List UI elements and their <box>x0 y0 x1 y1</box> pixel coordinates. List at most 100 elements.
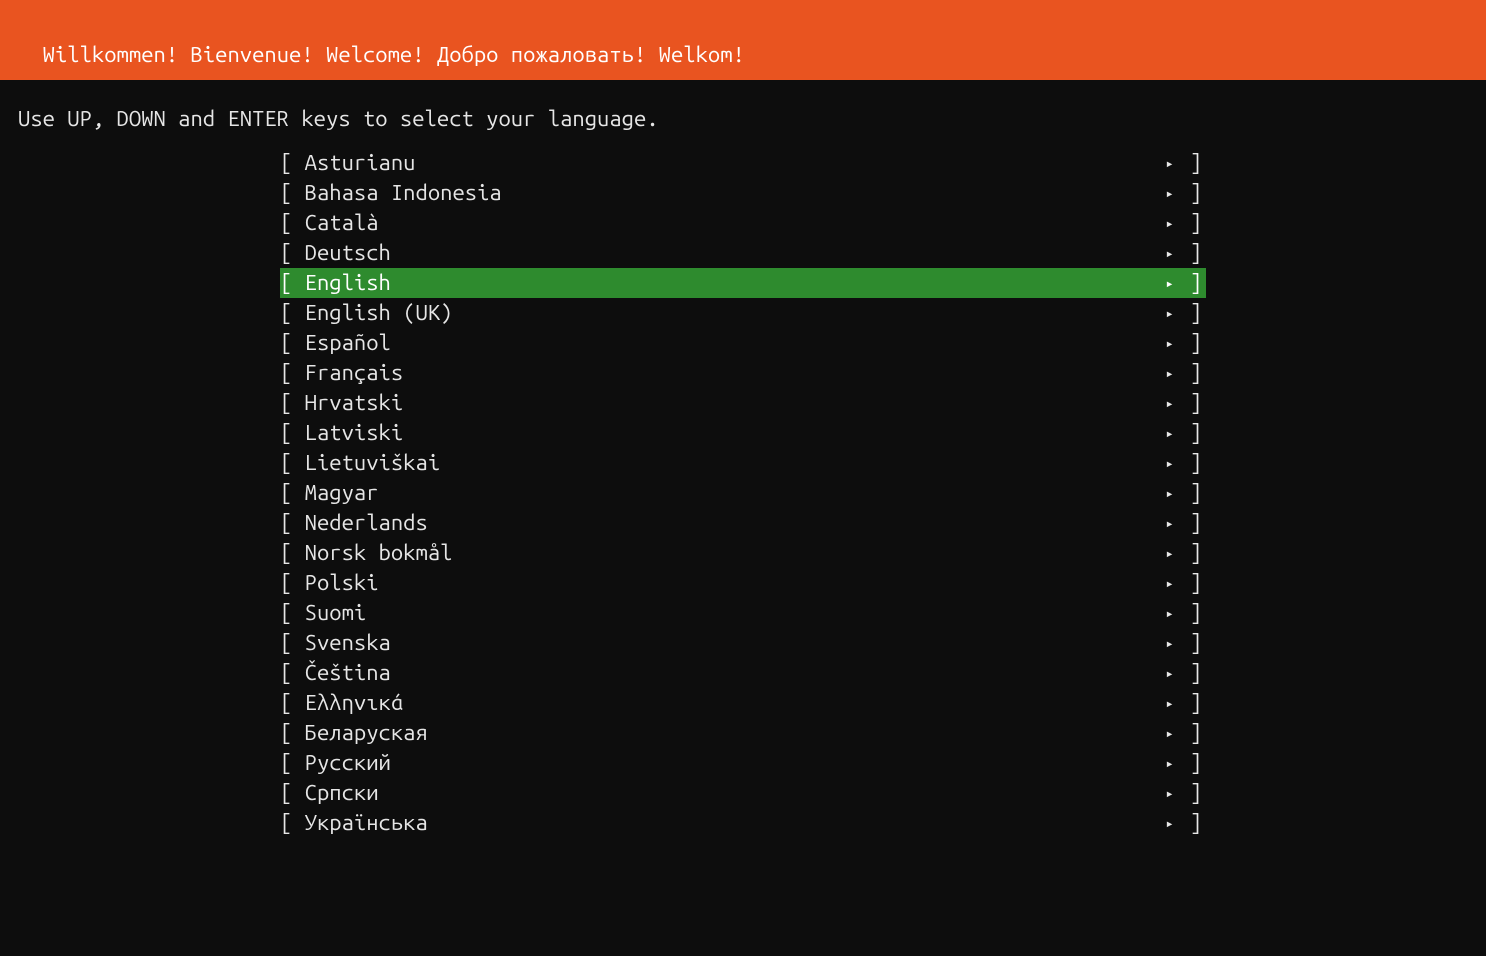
bracket-open: [ <box>280 448 305 478</box>
chevron-right-icon: ▸ <box>1162 208 1178 238</box>
language-item-label: Español <box>305 328 1162 358</box>
chevron-right-icon: ▸ <box>1162 658 1178 688</box>
language-item[interactable]: [ Ελληνικά▸ ] <box>280 688 1206 718</box>
bracket-close: ] <box>1177 748 1206 778</box>
chevron-right-icon: ▸ <box>1162 238 1178 268</box>
bracket-close: ] <box>1177 688 1206 718</box>
bracket-close: ] <box>1177 448 1206 478</box>
bracket-close: ] <box>1177 598 1206 628</box>
language-item-label: Polski <box>305 568 1162 598</box>
bracket-close: ] <box>1177 418 1206 448</box>
language-item[interactable]: [ Latviski▸ ] <box>280 418 1206 448</box>
bracket-close: ] <box>1177 298 1206 328</box>
language-item-label: Српски <box>305 778 1162 808</box>
language-item-label: Latviski <box>305 418 1162 448</box>
bracket-close: ] <box>1177 718 1206 748</box>
bracket-open: [ <box>280 388 305 418</box>
language-item-label: English (UK) <box>305 298 1162 328</box>
language-item-label: Nederlands <box>305 508 1162 538</box>
language-item-label: Lietuviškai <box>305 448 1162 478</box>
bracket-close: ] <box>1177 778 1206 808</box>
chevron-right-icon: ▸ <box>1162 508 1178 538</box>
bracket-open: [ <box>280 808 305 838</box>
language-item-label: Magyar <box>305 478 1162 508</box>
language-item[interactable]: [ Asturianu▸ ] <box>280 148 1206 178</box>
language-menu[interactable]: [ Asturianu▸ ][ Bahasa Indonesia▸ ][ Cat… <box>0 148 1486 838</box>
chevron-right-icon: ▸ <box>1162 448 1178 478</box>
bracket-open: [ <box>280 358 305 388</box>
language-item[interactable]: [ Català▸ ] <box>280 208 1206 238</box>
header-bar: Willkommen! Bienvenue! Welcome! Добро по… <box>0 0 1486 80</box>
bracket-close: ] <box>1177 658 1206 688</box>
chevron-right-icon: ▸ <box>1162 418 1178 448</box>
bracket-open: [ <box>280 628 305 658</box>
bracket-close: ] <box>1177 328 1206 358</box>
bracket-open: [ <box>280 598 305 628</box>
language-item[interactable]: [ Bahasa Indonesia▸ ] <box>280 178 1206 208</box>
bracket-open: [ <box>280 418 305 448</box>
bracket-open: [ <box>280 178 305 208</box>
language-item-label: Asturianu <box>305 148 1162 178</box>
chevron-right-icon: ▸ <box>1162 808 1178 838</box>
language-item[interactable]: [ English (UK)▸ ] <box>280 298 1206 328</box>
language-item[interactable]: [ Беларуская▸ ] <box>280 718 1206 748</box>
bracket-open: [ <box>280 328 305 358</box>
bracket-close: ] <box>1177 238 1206 268</box>
bracket-open: [ <box>280 748 305 778</box>
bracket-open: [ <box>280 268 305 298</box>
chevron-right-icon: ▸ <box>1162 148 1178 178</box>
chevron-right-icon: ▸ <box>1162 358 1178 388</box>
language-item[interactable]: [ Nederlands▸ ] <box>280 508 1206 538</box>
language-item[interactable]: [ Español▸ ] <box>280 328 1206 358</box>
language-item[interactable]: [ Русский▸ ] <box>280 748 1206 778</box>
bracket-close: ] <box>1177 148 1206 178</box>
chevron-right-icon: ▸ <box>1162 598 1178 628</box>
chevron-right-icon: ▸ <box>1162 688 1178 718</box>
chevron-right-icon: ▸ <box>1162 268 1178 298</box>
language-item[interactable]: [ Lietuviškai▸ ] <box>280 448 1206 478</box>
language-item[interactable]: [ Suomi▸ ] <box>280 598 1206 628</box>
bracket-open: [ <box>280 658 305 688</box>
bracket-close: ] <box>1177 508 1206 538</box>
language-item[interactable]: [ Українська▸ ] <box>280 808 1206 838</box>
bracket-close: ] <box>1177 358 1206 388</box>
chevron-right-icon: ▸ <box>1162 388 1178 418</box>
bracket-open: [ <box>280 538 305 568</box>
language-item[interactable]: [ Norsk bokmål▸ ] <box>280 538 1206 568</box>
bracket-close: ] <box>1177 628 1206 658</box>
bracket-open: [ <box>280 778 305 808</box>
bracket-close: ] <box>1177 178 1206 208</box>
bracket-open: [ <box>280 508 305 538</box>
chevron-right-icon: ▸ <box>1162 628 1178 658</box>
language-item-label: Русский <box>305 748 1162 778</box>
language-item-label: Norsk bokmål <box>305 538 1162 568</box>
language-item[interactable]: [ Hrvatski▸ ] <box>280 388 1206 418</box>
language-item[interactable]: [ Svenska▸ ] <box>280 628 1206 658</box>
instruction-text: Use UP, DOWN and ENTER keys to select yo… <box>0 80 1486 148</box>
language-item-label: Українська <box>305 808 1162 838</box>
bracket-open: [ <box>280 298 305 328</box>
language-item-label: Suomi <box>305 598 1162 628</box>
bracket-close: ] <box>1177 268 1206 298</box>
language-item[interactable]: [ Deutsch▸ ] <box>280 238 1206 268</box>
bracket-close: ] <box>1177 478 1206 508</box>
language-item-label: Català <box>305 208 1162 238</box>
language-item[interactable]: [ Čeština▸ ] <box>280 658 1206 688</box>
bracket-close: ] <box>1177 568 1206 598</box>
language-item[interactable]: [ Српски▸ ] <box>280 778 1206 808</box>
bracket-open: [ <box>280 238 305 268</box>
language-item[interactable]: [ Polski▸ ] <box>280 568 1206 598</box>
language-item-label: Hrvatski <box>305 388 1162 418</box>
language-item[interactable]: [ English▸ ] <box>280 268 1206 298</box>
language-item-label: Bahasa Indonesia <box>305 178 1162 208</box>
bracket-close: ] <box>1177 808 1206 838</box>
language-item[interactable]: [ Français▸ ] <box>280 358 1206 388</box>
language-item-label: Ελληνικά <box>305 688 1162 718</box>
chevron-right-icon: ▸ <box>1162 298 1178 328</box>
bracket-open: [ <box>280 688 305 718</box>
bracket-open: [ <box>280 478 305 508</box>
chevron-right-icon: ▸ <box>1162 478 1178 508</box>
bracket-open: [ <box>280 148 305 178</box>
language-item[interactable]: [ Magyar▸ ] <box>280 478 1206 508</box>
language-item-label: English <box>305 268 1162 298</box>
